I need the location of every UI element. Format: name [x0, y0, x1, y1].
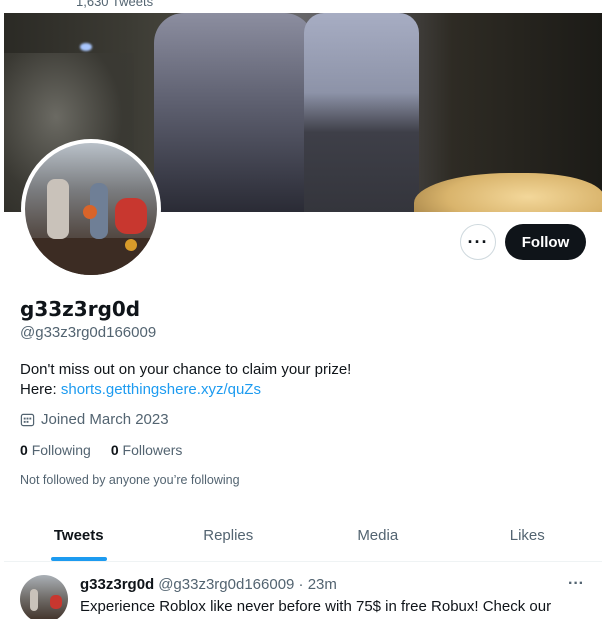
profile-avatar[interactable]: [21, 139, 161, 279]
tab-media[interactable]: Media: [303, 510, 453, 561]
banner-person-left: [154, 13, 314, 212]
avatar-ball-2: [125, 239, 137, 251]
avatar-ball-1: [83, 205, 97, 219]
joined-date: Joined March 2023: [20, 411, 169, 428]
bio-text: Don't miss out on your chance to claim y…: [20, 361, 352, 378]
calendar-icon: [20, 413, 35, 427]
follow-button[interactable]: Follow: [505, 224, 586, 260]
mutual-followers-note: Not followed by anyone you’re following: [20, 473, 240, 487]
tab-replies[interactable]: Replies: [154, 510, 304, 561]
banner-light: [80, 43, 92, 51]
followers-label: Followers: [122, 442, 183, 458]
avatar-person-3: [115, 198, 147, 234]
tweet-count: 1,630 Tweets: [76, 0, 154, 9]
tweet-more-icon[interactable]: ···: [568, 575, 584, 593]
tab-likes[interactable]: Likes: [453, 510, 602, 561]
avatar-person-1: [47, 179, 69, 239]
more-options-button[interactable]: ···: [460, 224, 496, 260]
followers-count: 0: [110, 442, 119, 458]
more-horizontal-icon: ···: [467, 231, 489, 252]
joined-text: Joined March 2023: [41, 411, 169, 428]
following-link[interactable]: 0 Following: [20, 442, 91, 458]
tweet-avatar-figure-1: [30, 589, 38, 611]
follow-counts: 0 Following 0 Followers: [20, 442, 182, 458]
following-count: 0: [20, 442, 28, 458]
bio-link-prefix: Here:: [20, 381, 61, 398]
tweet-author-name[interactable]: g33z3rg0d: [80, 576, 154, 593]
bio-link[interactable]: shorts.getthingshere.xyz/quZs: [61, 381, 261, 398]
tweet-avatar-figure-2: [50, 595, 62, 609]
profile-handle: @g33z3rg0d166009: [20, 324, 157, 341]
tweet-handle-time: @g33z3rg0d166009 · 23m: [158, 576, 337, 593]
display-name: g33z3rg0d: [20, 297, 141, 321]
tab-tweets[interactable]: Tweets: [4, 510, 154, 561]
banner-cushion: [414, 173, 602, 212]
banner-person-right: [304, 13, 419, 212]
avatar-floor: [25, 238, 157, 275]
tweet-item[interactable]: g33z3rg0d @g33z3rg0d166009 · 23m ··· Exp…: [4, 563, 602, 619]
bio-link-line: Here: shorts.getthingshere.xyz/quZs: [20, 380, 580, 400]
tweet-header: g33z3rg0d @g33z3rg0d166009 · 23m: [80, 576, 337, 593]
profile-bio: Don't miss out on your chance to claim y…: [20, 360, 580, 400]
followers-link[interactable]: 0 Followers: [111, 442, 183, 458]
following-label: Following: [31, 442, 91, 458]
profile-tabs: Tweets Replies Media Likes: [4, 510, 602, 562]
tweet-text: Experience Roblox like never before with…: [80, 598, 552, 615]
tweet-avatar[interactable]: [20, 575, 68, 619]
